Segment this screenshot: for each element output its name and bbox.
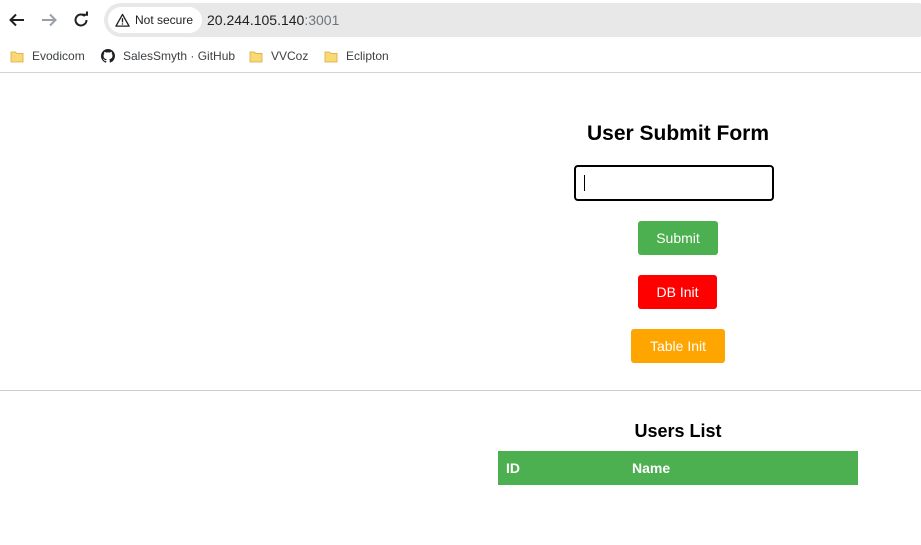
bookmarks-bar: Evodicom SalesSmyth · GitHub VVCoz Eclip… bbox=[0, 40, 921, 73]
table-init-button[interactable]: Table Init bbox=[631, 329, 725, 363]
url-text[interactable]: 20.244.105.140:3001 bbox=[207, 12, 339, 28]
arrow-right-icon bbox=[42, 13, 57, 27]
forward-button[interactable] bbox=[37, 8, 61, 32]
address-bar[interactable]: Not secure 20.244.105.140:3001 bbox=[104, 3, 921, 37]
users-list-title: Users List bbox=[634, 421, 722, 441]
bookmark-label: Evodicom bbox=[32, 49, 85, 63]
name-input[interactable] bbox=[574, 165, 774, 201]
table-header-row: ID Name bbox=[498, 451, 858, 485]
column-header-id: ID bbox=[498, 451, 624, 485]
submit-button[interactable]: Submit bbox=[638, 221, 718, 255]
url-port: :3001 bbox=[304, 12, 340, 28]
bookmark-vvcoz[interactable]: VVCoz bbox=[249, 46, 308, 66]
reload-icon bbox=[74, 11, 88, 27]
bookmark-label: VVCoz bbox=[271, 49, 309, 63]
github-icon bbox=[101, 49, 115, 63]
security-label: Not secure bbox=[135, 13, 194, 27]
folder-icon bbox=[249, 51, 263, 63]
security-indicator[interactable]: Not secure bbox=[108, 7, 202, 33]
db-init-button[interactable]: DB Init bbox=[638, 275, 717, 309]
back-button[interactable] bbox=[5, 8, 29, 32]
browser-toolbar: Not secure 20.244.105.140:3001 bbox=[0, 0, 921, 40]
page-content: User Submit Form Submit DB Init Table In… bbox=[0, 74, 921, 545]
url-host: 20.244.105.140 bbox=[207, 12, 305, 28]
form-title: User Submit Form bbox=[586, 122, 770, 145]
reload-button[interactable] bbox=[69, 8, 93, 32]
folder-icon bbox=[324, 51, 338, 63]
text-caret bbox=[584, 175, 585, 191]
bookmark-evodicom[interactable]: Evodicom bbox=[10, 46, 85, 66]
bookmark-label: Eclipton bbox=[346, 49, 389, 63]
bookmark-eclipton[interactable]: Eclipton bbox=[324, 46, 389, 66]
section-divider bbox=[0, 390, 921, 391]
bookmark-salessmyth-github[interactable]: SalesSmyth · GitHub bbox=[101, 46, 235, 66]
arrow-left-icon bbox=[9, 13, 24, 27]
bookmark-label: SalesSmyth · GitHub bbox=[123, 49, 236, 63]
warning-icon bbox=[115, 13, 130, 27]
column-header-name: Name bbox=[624, 451, 858, 485]
users-table: ID Name bbox=[498, 451, 858, 485]
folder-icon bbox=[10, 51, 24, 63]
